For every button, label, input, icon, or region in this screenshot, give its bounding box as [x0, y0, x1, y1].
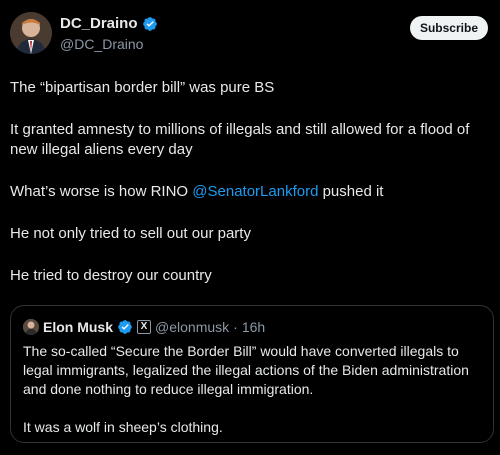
author-handle[interactable]: @DC_Draino — [60, 35, 158, 53]
mention-link[interactable]: @SenatorLankford — [192, 183, 318, 200]
tweet-paragraph-5: He tried to destroy our country — [10, 267, 212, 284]
meta-separator: · — [233, 319, 238, 335]
author-names: DC_Draino @DC_Draino — [60, 15, 158, 53]
avatar[interactable] — [10, 12, 52, 54]
tweet-header: DC_Draino @DC_Draino Subscribe — [8, 12, 492, 56]
subscribe-button[interactable]: Subscribe — [409, 16, 488, 40]
quoted-tweet-header: Elon Musk X @elonmusk · 16h — [23, 318, 265, 336]
quoted-paragraph-2: It was a wolf in sheep’s clothing. — [23, 419, 223, 435]
tweet-paragraph-4: He not only tried to sell out our party — [10, 225, 251, 242]
tweet-paragraph-2: It granted amnesty to millions of illega… — [10, 121, 470, 158]
quoted-display-name[interactable]: Elon Musk — [43, 318, 113, 336]
quoted-tweet[interactable]: Elon Musk X @elonmusk · 16h The so-calle… — [10, 305, 494, 443]
quoted-avatar[interactable] — [23, 319, 39, 335]
display-name[interactable]: DC_Draino — [60, 15, 138, 33]
verified-badge-icon — [117, 319, 133, 335]
quoted-paragraph-1: The so-called “Secure the Border Bill” w… — [23, 343, 469, 397]
quoted-tweet-text: The so-called “Secure the Border Bill” w… — [23, 342, 483, 437]
quoted-timestamp[interactable]: 16h — [242, 318, 265, 336]
x-logo-icon: X — [137, 320, 152, 334]
tweet-paragraph-3-after: pushed it — [318, 183, 384, 200]
tweet-paragraph-1: The “bipartisan border bill” was pure BS — [10, 79, 275, 96]
tweet-paragraph-3-before: What’s worse is how RINO — [10, 183, 193, 200]
verified-badge-icon — [142, 16, 158, 32]
tweet-paragraph-3: What’s worse is how RINO @SenatorLankfor… — [10, 182, 383, 202]
quoted-handle[interactable]: @elonmusk — [155, 318, 229, 336]
